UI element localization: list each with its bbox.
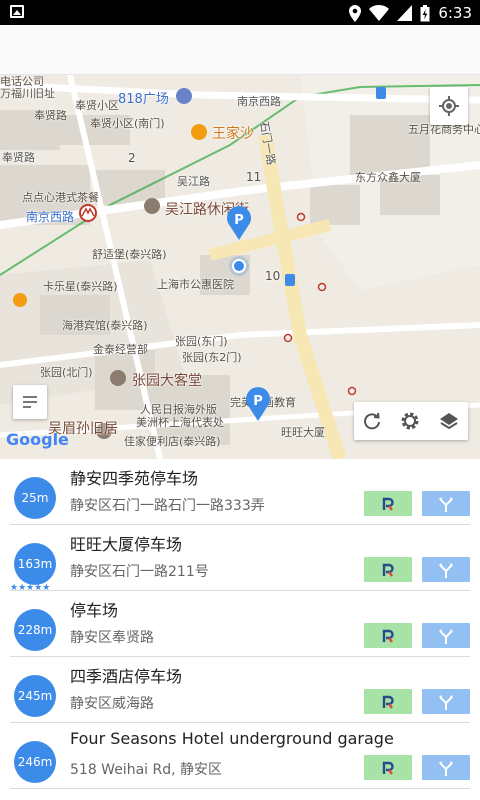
distance-badge: 245m — [14, 675, 56, 717]
list-item[interactable]: 25m 静安四季苑停车场 静安区石门一路石门一路333弄 — [0, 459, 480, 525]
map-label: 张园(东2门) — [182, 351, 242, 364]
gear-icon[interactable] — [400, 411, 420, 431]
my-location-button[interactable] — [430, 87, 468, 125]
map-label: 卡乐星(泰兴路) — [43, 280, 118, 293]
map-label: 吴江路 — [177, 175, 210, 188]
map-label: 11 — [246, 170, 262, 184]
navigate-icon — [439, 563, 453, 578]
parking-logo-icon — [382, 629, 394, 643]
navigate-icon — [439, 761, 453, 776]
list-toggle-button[interactable] — [13, 385, 47, 419]
parking-address: 静安区威海路 — [70, 696, 154, 712]
map-label: 张园(北门) — [40, 366, 93, 379]
map-label: 美洲杯上海代表处 — [136, 416, 224, 429]
map-label: 东方众鑫大厦 — [355, 171, 421, 184]
svg-text:P: P — [253, 394, 263, 409]
svg-text:P: P — [234, 213, 244, 228]
parking-address: 静安区石门一路石门一路333弄 — [70, 498, 265, 514]
list-icon — [23, 396, 37, 408]
map-label: 10 — [265, 269, 281, 283]
parking-address: 静安区石门一路211号 — [70, 564, 209, 580]
layers-icon[interactable] — [439, 411, 459, 431]
map-label: 旺旺大厦 — [281, 426, 325, 439]
parking-name: Four Seasons Hotel underground garage — [70, 729, 394, 748]
list-item[interactable]: 246m Four Seasons Hotel underground gara… — [0, 723, 480, 789]
map-label: 奉贤小区 — [75, 99, 119, 112]
navigate-icon — [439, 695, 453, 710]
navigate-button[interactable] — [422, 557, 470, 582]
map-label: 万福川旧址 — [0, 87, 55, 100]
location-icon — [349, 4, 362, 22]
parking-name: 静安四季苑停车场 — [70, 469, 199, 488]
distance-badge: 246m — [14, 741, 56, 783]
parking-name: 停车场 — [70, 601, 119, 620]
map-label: 上海市公惠医院 — [157, 278, 234, 291]
status-icons: 6:33 — [349, 2, 472, 24]
list-item[interactable]: 163m ★★★★★ 旺旺大厦停车场 静安区石门一路211号 — [0, 525, 480, 593]
map-label: 奉贤路 — [2, 151, 35, 164]
parking-pin-icon[interactable]: P — [226, 206, 252, 240]
parking-address: 静安区奉贤路 — [70, 630, 154, 646]
map-label: 2 — [128, 151, 136, 165]
map-label: 奉贤路 — [34, 109, 67, 122]
parking-name: 四季酒店停车场 — [70, 667, 183, 686]
parking-address: 518 Weihai Rd, 静安区 — [70, 762, 223, 778]
parking-pin-icon[interactable]: P — [245, 387, 271, 421]
map-label: 金泰经营部 — [93, 343, 148, 356]
map-label: 海港宾馆(泰兴路) — [62, 319, 148, 332]
status-time: 6:33 — [438, 4, 472, 22]
top-bar — [0, 25, 480, 75]
map-label: 奉贤小区(南门) — [90, 117, 165, 130]
parking-logo-icon — [382, 563, 394, 577]
distance-badge: 25m — [14, 477, 56, 519]
parking-detail-button[interactable] — [364, 689, 412, 714]
map-label: 王家沙 — [212, 126, 254, 142]
my-location-icon — [439, 96, 459, 116]
status-bar: 6:33 — [0, 0, 480, 25]
google-logo-text: Google — [6, 430, 69, 449]
list-item[interactable]: 245m 四季酒店停车场 静安区威海路 — [0, 657, 480, 723]
distance-badge: 163m — [14, 543, 56, 585]
map-toolbar — [354, 402, 468, 440]
navigate-icon — [439, 629, 453, 644]
battery-icon — [420, 4, 430, 21]
image-notification-icon — [10, 5, 24, 18]
navigate-button[interactable] — [422, 623, 470, 648]
google-logo: Google — [6, 430, 69, 449]
map-label: 818广场 — [118, 92, 169, 107]
map-label: 舒适堡(泰兴路) — [92, 248, 167, 261]
map-label: 张园(东门) — [175, 335, 228, 348]
parking-logo-icon — [382, 497, 394, 511]
navigate-button[interactable] — [422, 491, 470, 516]
map-label: 南京西路 — [26, 210, 75, 224]
navigate-icon — [439, 497, 453, 512]
navigate-button[interactable] — [422, 755, 470, 780]
map-label: 点点心港式茶餐 — [22, 191, 99, 204]
map-label: 佳家便利店(泰兴路) — [124, 435, 221, 448]
parking-list[interactable]: 25m 静安四季苑停车场 静安区石门一路石门一路333弄 163m ★★★★★ … — [0, 459, 480, 800]
map-label: 张园大客堂 — [132, 373, 202, 389]
map-label: 南京西路 — [237, 95, 281, 108]
parking-detail-button[interactable] — [364, 491, 412, 516]
parking-detail-button[interactable] — [364, 755, 412, 780]
navigate-button[interactable] — [422, 689, 470, 714]
distance-badge: 228m — [14, 609, 56, 651]
parking-detail-button[interactable] — [364, 623, 412, 648]
map-view[interactable]: 电话公司 万福川旧址 奉贤路 奉贤小区 奉贤小区(南门) 818广场 南京西路 … — [0, 75, 480, 459]
signal-icon — [397, 5, 413, 21]
parking-name: 旺旺大厦停车场 — [70, 535, 183, 554]
parking-logo-icon — [382, 761, 394, 775]
wifi-icon — [369, 5, 390, 21]
refresh-icon[interactable] — [363, 412, 381, 430]
divider — [10, 788, 470, 789]
parking-logo-icon — [382, 695, 394, 709]
list-item[interactable]: 228m 停车场 静安区奉贤路 — [0, 591, 480, 657]
parking-detail-button[interactable] — [364, 557, 412, 582]
